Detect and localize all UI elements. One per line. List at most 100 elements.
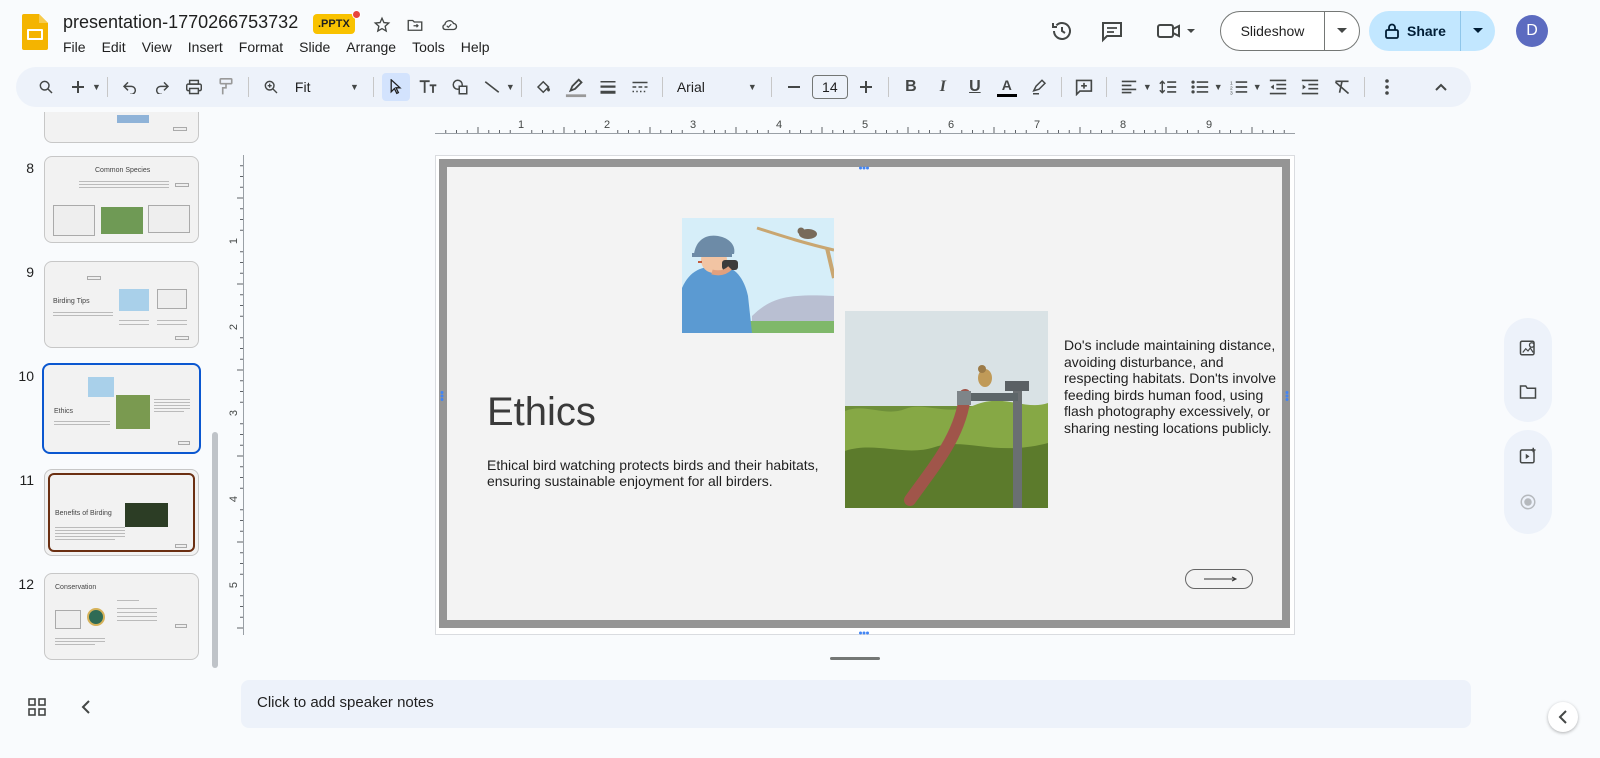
menu-format[interactable]: Format [231, 37, 291, 57]
document-title[interactable]: presentation-1770266753732 [63, 12, 298, 33]
menu-arrange[interactable]: Arrange [338, 37, 404, 57]
italic-icon[interactable]: I [929, 73, 957, 101]
menu-help[interactable]: Help [453, 37, 498, 57]
ruler-tick-label: 6 [948, 119, 954, 131]
toolbar: ▼ Fit ▼ ▼ Arial ▼ 14 B I U A ▼ ▼ 123 ▼ [16, 67, 1471, 107]
slide[interactable]: Ethics Ethical bird watching protects bi… [439, 159, 1290, 628]
version-history-icon[interactable] [1050, 19, 1074, 43]
file-format-badge[interactable]: .PPTX [313, 14, 355, 34]
comments-icon[interactable] [1100, 19, 1124, 43]
slide-number: 9 [26, 264, 34, 280]
highlight-color-icon[interactable] [1025, 73, 1053, 101]
slide-thumbnail[interactable]: Birding Tips [44, 261, 199, 348]
bulleted-list-icon[interactable] [1186, 73, 1214, 101]
paint-format-icon[interactable] [212, 73, 240, 101]
slide-subtitle[interactable]: Ethical bird watching protects birds and… [487, 457, 847, 489]
record-icon[interactable] [1516, 490, 1540, 514]
fill-color-icon[interactable] [530, 73, 558, 101]
ruler-tick-label: 5 [862, 119, 868, 131]
ruler-tick-label: 5 [228, 582, 240, 588]
ruler-tick-label: 1 [518, 119, 524, 131]
decrease-font-size-icon[interactable] [780, 73, 808, 101]
text-box-icon[interactable] [414, 73, 442, 101]
selection-handle[interactable] [1285, 388, 1289, 401]
slide-thumbnail[interactable]: Conservation [44, 573, 199, 660]
slide-title[interactable]: Ethics [487, 390, 596, 435]
search-menus-icon[interactable] [32, 73, 60, 101]
print-icon[interactable] [180, 73, 208, 101]
increase-indent-icon[interactable] [1296, 73, 1324, 101]
border-dash-icon[interactable] [626, 73, 654, 101]
slideshow-options-chevron-icon[interactable] [1325, 28, 1359, 34]
slide-thumbnail-selected[interactable]: Ethics [42, 363, 201, 454]
new-slide-icon[interactable] [64, 73, 92, 101]
grid-view-icon[interactable] [28, 698, 48, 718]
clear-formatting-icon[interactable] [1328, 73, 1356, 101]
align-icon[interactable] [1115, 73, 1143, 101]
slide-thumbnail[interactable]: Benefits of Birding [44, 469, 199, 556]
border-color-icon[interactable] [562, 73, 590, 101]
more-options-icon[interactable] [1373, 73, 1401, 101]
bulleted-list-chevron-icon[interactable]: ▼ [1214, 82, 1223, 92]
star-icon[interactable] [370, 13, 394, 37]
numbered-list-icon[interactable]: 123 [1225, 73, 1253, 101]
slides-logo-icon[interactable] [22, 14, 48, 50]
slide-body-text[interactable]: Do's include maintaining distance, avoid… [1064, 337, 1279, 436]
cloud-saved-icon[interactable] [437, 13, 461, 37]
share-button[interactable]: Share [1369, 11, 1495, 51]
numbered-list-chevron-icon[interactable]: ▼ [1253, 82, 1262, 92]
account-avatar[interactable]: D [1516, 15, 1548, 47]
menu-slide[interactable]: Slide [291, 37, 338, 57]
font-size-input[interactable]: 14 [811, 75, 848, 99]
folder-icon[interactable] [1516, 380, 1540, 404]
menu-tools[interactable]: Tools [404, 37, 453, 57]
font-select[interactable]: Arial ▼ [671, 73, 763, 101]
collapse-filmstrip-chevron-icon[interactable] [78, 698, 98, 718]
menu-insert[interactable]: Insert [180, 37, 231, 57]
line-spacing-icon[interactable] [1154, 73, 1182, 101]
zoom-icon[interactable] [257, 73, 285, 101]
selection-handle[interactable] [440, 388, 444, 401]
meadowlark-on-pipe-photo[interactable] [845, 311, 1048, 508]
slideshow-label[interactable]: Slideshow [1221, 12, 1325, 50]
selection-handle[interactable] [859, 622, 869, 635]
collapse-toolbar-chevron-icon[interactable] [1427, 73, 1455, 101]
show-side-panel-chevron-icon[interactable] [1548, 702, 1578, 732]
slide-thumbnail[interactable]: Common Species [44, 156, 199, 243]
add-video-icon[interactable] [1516, 444, 1540, 468]
line-icon[interactable] [478, 73, 506, 101]
new-slide-layout-chevron-icon[interactable]: ▼ [92, 82, 101, 92]
meet-camera-icon[interactable] [1154, 19, 1198, 43]
zoom-select[interactable]: Fit ▼ [289, 73, 365, 101]
notes-resize-handle[interactable] [830, 657, 880, 660]
redo-icon[interactable] [148, 73, 176, 101]
slideshow-button[interactable]: Slideshow [1220, 11, 1360, 51]
menu-file[interactable]: File [55, 37, 94, 57]
slide-number: 8 [26, 160, 34, 176]
line-type-chevron-icon[interactable]: ▼ [506, 82, 515, 92]
speaker-notes[interactable]: Click to add speaker notes [241, 680, 1471, 728]
text-color-icon[interactable]: A [993, 73, 1021, 101]
bold-icon[interactable]: B [897, 73, 925, 101]
birdwatcher-illustration[interactable] [682, 218, 834, 333]
undo-icon[interactable] [116, 73, 144, 101]
menu-edit[interactable]: Edit [94, 37, 134, 57]
selection-handle[interactable] [859, 157, 869, 170]
decrease-indent-icon[interactable] [1264, 73, 1292, 101]
increase-font-size-icon[interactable] [852, 73, 880, 101]
ruler-tick-label: 2 [228, 324, 240, 330]
menu-bar: File Edit View Insert Format Slide Arran… [55, 37, 498, 57]
image-search-icon[interactable] [1516, 336, 1540, 360]
next-arrow-button[interactable] [1185, 569, 1253, 589]
filmstrip-scrollbar[interactable] [212, 432, 218, 668]
insert-comment-icon[interactable] [1070, 73, 1098, 101]
move-folder-icon[interactable] [403, 13, 427, 37]
border-weight-icon[interactable] [594, 73, 622, 101]
underline-icon[interactable]: U [961, 73, 989, 101]
select-tool-icon[interactable] [381, 73, 410, 101]
share-options-chevron-icon[interactable] [1461, 28, 1495, 34]
shape-icon[interactable] [446, 73, 474, 101]
align-chevron-icon[interactable]: ▼ [1143, 82, 1152, 92]
slide-thumbnail[interactable] [44, 112, 199, 143]
menu-view[interactable]: View [134, 37, 180, 57]
